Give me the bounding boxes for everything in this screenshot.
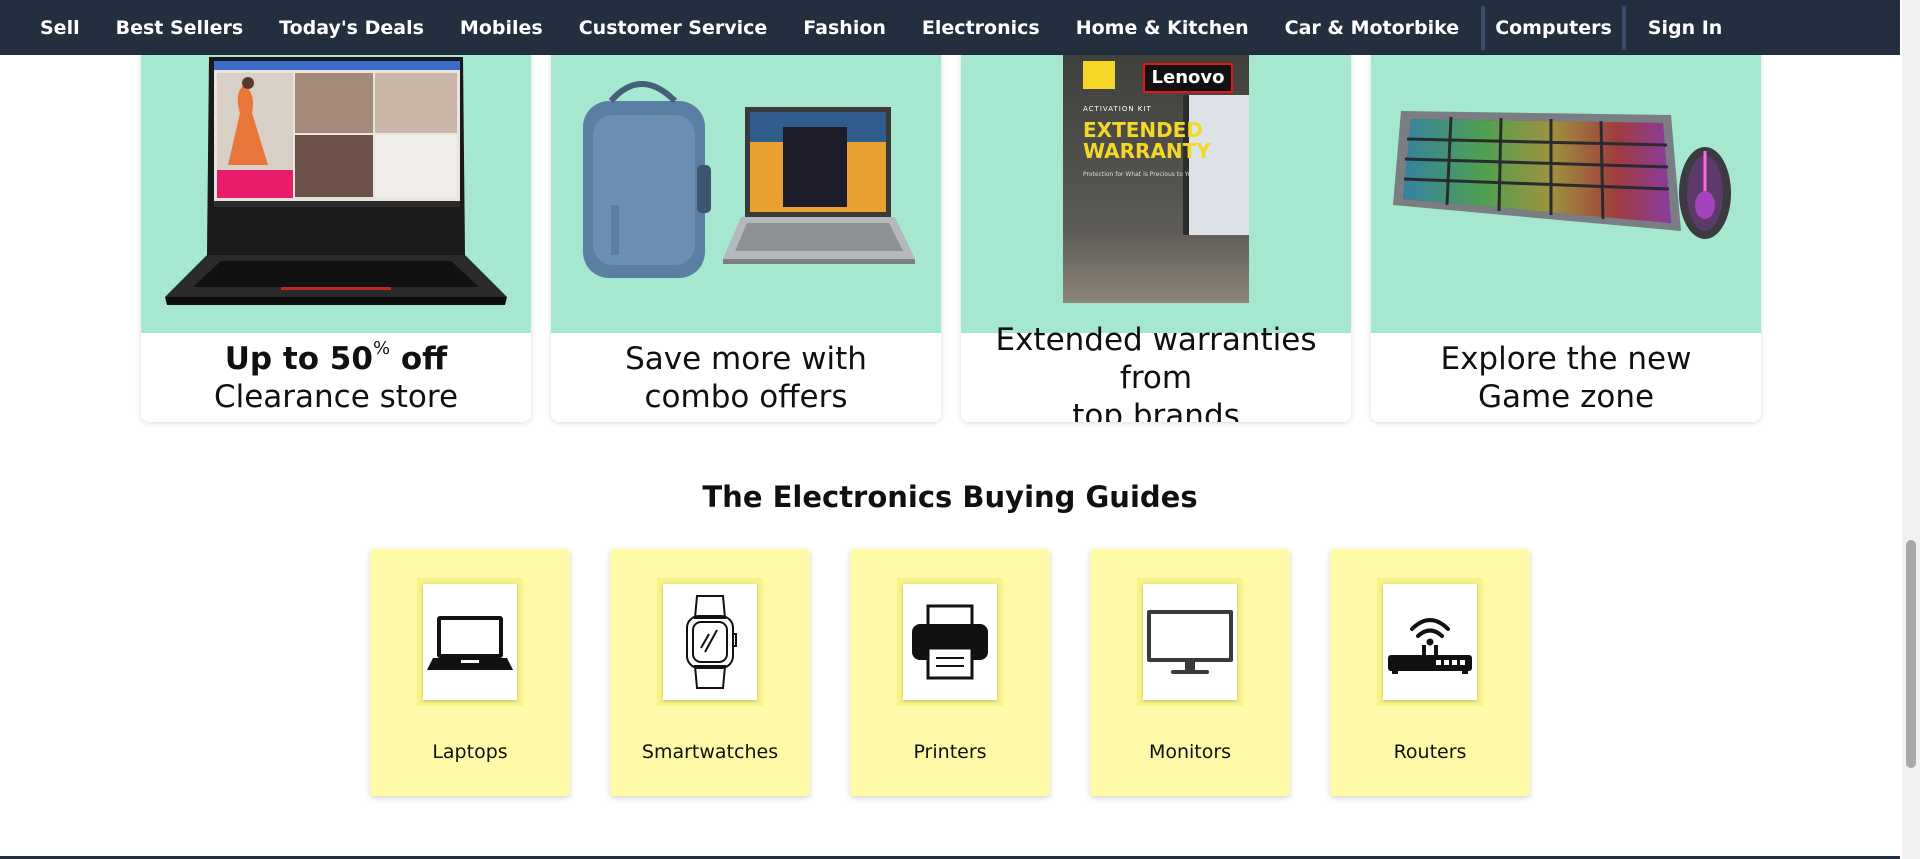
nav-best-sellers[interactable]: Best Sellers	[102, 6, 258, 50]
warranty-title-1: EXTENDED	[1083, 118, 1203, 142]
keyboard-mouse-image	[1393, 111, 1731, 239]
nav-customer-service[interactable]: Customer Service	[565, 6, 782, 50]
monitor-icon	[1147, 610, 1233, 674]
promo-card-game-zone[interactable]: Explore the new Game zone	[1371, 55, 1761, 422]
promo-title: Save more with	[625, 340, 867, 377]
promo-subtitle: combo offers	[644, 378, 848, 415]
guide-icon-frame	[657, 578, 763, 706]
warranty-title-2: WARRANTY	[1083, 139, 1211, 163]
nav-sell[interactable]: Sell	[26, 6, 94, 50]
guide-icon-frame	[897, 578, 1003, 706]
warranty-box: Lenovo ACTIVATION KIT EXTENDED WARRANTY P…	[1063, 55, 1249, 303]
promo-caption: Extended warranties from top brands	[961, 322, 1351, 423]
promo-card-warranty[interactable]: Lenovo ACTIVATION KIT EXTENDED WARRANTY P…	[961, 55, 1351, 422]
guide-card-monitors[interactable]: Monitors	[1090, 549, 1290, 796]
nav-home-kitchen[interactable]: Home & Kitchen	[1062, 6, 1263, 50]
guide-label: Routers	[1393, 741, 1467, 763]
promo-image-laptop	[141, 55, 531, 333]
promo-discount-off: off	[390, 340, 448, 377]
lenovo-logo: Lenovo	[1143, 63, 1233, 93]
nav-todays-deals[interactable]: Today's Deals	[265, 6, 438, 50]
promo-caption: Explore the new Game zone	[1371, 333, 1761, 422]
guide-icon-frame	[417, 578, 523, 706]
top-nav: Sell Best Sellers Today's Deals Mobiles …	[0, 0, 1900, 55]
guide-label: Laptops	[432, 741, 508, 763]
buying-guides-title: The Electronics Buying Guides	[702, 480, 1198, 514]
router-icon	[1388, 618, 1472, 674]
guide-label: Smartwatches	[641, 741, 779, 763]
promo-title: Extended warranties from	[995, 321, 1317, 396]
promo-discount-bold: Up to 50	[224, 340, 373, 377]
guide-icon-frame	[1137, 578, 1243, 706]
guide-icon-frame	[1377, 578, 1483, 706]
guide-card-routers[interactable]: Routers	[1330, 549, 1530, 796]
guide-card-laptops[interactable]: Laptops	[370, 549, 570, 796]
guide-label: Monitors	[1148, 741, 1232, 763]
guide-label: Printers	[913, 741, 987, 763]
promo-title: Explore the new	[1440, 340, 1692, 377]
guide-card-printers[interactable]: Printers	[850, 549, 1050, 796]
nav-computers[interactable]: Computers	[1481, 5, 1626, 50]
nav-sign-in[interactable]: Sign In	[1634, 6, 1737, 50]
warranty-title: EXTENDED WARRANTY	[1083, 120, 1211, 162]
laptop-icon	[427, 616, 513, 670]
promo-discount-sup: %	[372, 337, 391, 359]
promo-caption: Save more with combo offers	[551, 333, 941, 422]
nav-car-motorbike[interactable]: Car & Motorbike	[1271, 6, 1474, 50]
promo-discount-line: Up to 50% off	[224, 337, 448, 378]
promo-image-warranty: Lenovo ACTIVATION KIT EXTENDED WARRANTY P…	[961, 55, 1351, 333]
laptop-image	[165, 57, 507, 305]
promo-image-gaming	[1371, 55, 1761, 333]
promo-subtitle: top brands	[1072, 397, 1240, 423]
printer-icon	[912, 604, 988, 680]
warranty-tagline: Protection for What is Precious to You	[1083, 171, 1196, 178]
promo-card-combo[interactable]: Save more with combo offers	[551, 55, 941, 422]
nav-mobiles[interactable]: Mobiles	[446, 6, 557, 50]
warranty-yellow-square	[1083, 61, 1115, 89]
page: Sell Best Sellers Today's Deals Mobiles …	[0, 0, 1920, 859]
smartwatch-icon	[686, 595, 737, 689]
promo-subtitle: Game zone	[1477, 378, 1655, 415]
backpack-laptop-image	[583, 81, 915, 278]
promo-subtitle: Clearance store	[213, 378, 459, 415]
nav-fashion[interactable]: Fashion	[789, 6, 900, 50]
warranty-kicker: ACTIVATION KIT	[1083, 105, 1152, 113]
nav-electronics[interactable]: Electronics	[908, 6, 1054, 50]
guide-card-smartwatches[interactable]: Smartwatches	[610, 549, 810, 796]
scrollbar-thumb[interactable]	[1906, 540, 1916, 768]
promo-caption: Up to 50% off Clearance store	[141, 333, 531, 422]
promo-image-combo	[551, 55, 941, 333]
promo-card-clearance[interactable]: Up to 50% off Clearance store	[141, 55, 531, 422]
